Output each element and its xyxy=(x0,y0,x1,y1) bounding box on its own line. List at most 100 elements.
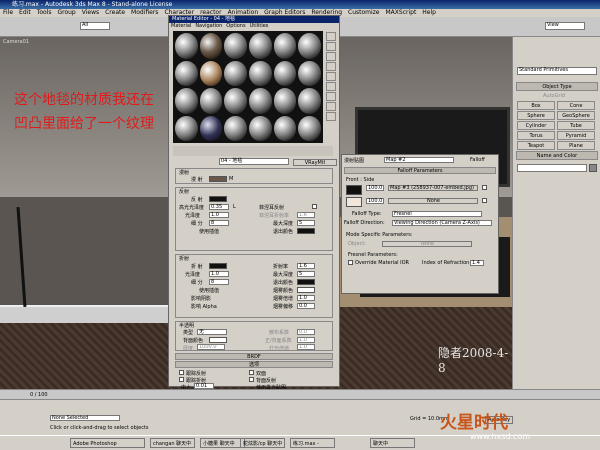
refr-use-interp-label[interactable]: 使用插值 xyxy=(199,287,219,294)
refr-exit-color-swatch[interactable] xyxy=(297,279,315,285)
material-toolbar[interactable] xyxy=(173,146,333,156)
falloff-ior-field[interactable]: 1.4 xyxy=(470,260,484,266)
affect-alpha-label[interactable]: 影响 Alpha xyxy=(191,303,217,310)
refl-max-depth-field[interactable]: 5 xyxy=(297,220,315,226)
view-dropdown[interactable]: View xyxy=(545,22,585,30)
material-editor-menu-item[interactable]: Utilities xyxy=(250,23,269,29)
sample-sphere[interactable] xyxy=(175,88,198,114)
sample-sphere[interactable] xyxy=(199,60,223,86)
sample-sphere[interactable] xyxy=(273,60,297,86)
sample-sphere[interactable] xyxy=(298,115,321,141)
selection-filter-dropdown[interactable]: All xyxy=(80,22,110,30)
lock-button[interactable]: L xyxy=(233,204,236,210)
sample-sphere[interactable] xyxy=(273,33,297,59)
reflect-color-swatch[interactable] xyxy=(209,196,227,202)
brdf-rollout[interactable]: BRDF xyxy=(175,353,333,360)
diffuse-map-button[interactable]: M xyxy=(229,176,233,182)
sample-sphere[interactable] xyxy=(199,33,223,59)
sample-sphere[interactable] xyxy=(199,115,223,141)
object-type-rollout[interactable]: Object Type xyxy=(516,82,598,91)
front-map-checkbox[interactable] xyxy=(482,185,487,190)
material-editor-menu-item[interactable]: Options xyxy=(226,23,245,29)
taskbar-button[interactable]: 小糖果 聊天中 xyxy=(200,438,245,448)
light-mult-field[interactable]: 1.0 xyxy=(297,344,315,350)
autogrid-checkbox[interactable]: AutoGrid xyxy=(543,93,565,99)
front-map-button[interactable]: Map #3 (258937-007-embed.jpg) xyxy=(388,185,478,191)
sample-sphere[interactable] xyxy=(199,88,223,114)
object-pick-button[interactable]: None xyxy=(382,241,472,247)
side-tool-button[interactable] xyxy=(326,62,336,71)
menu-item[interactable]: Group xyxy=(57,9,75,16)
scatter-field[interactable]: 0.0 xyxy=(297,329,315,335)
refr-max-depth-field[interactable]: 5 xyxy=(297,271,315,277)
falloff-dir-dropdown[interactable]: Viewing Direction (Camera Z-Axis) xyxy=(392,220,492,226)
sample-sphere[interactable] xyxy=(298,60,321,86)
falloff-map-type[interactable]: Falloff xyxy=(470,157,485,163)
side-tool-buttons[interactable] xyxy=(325,31,337,143)
menu-item[interactable]: File xyxy=(3,9,13,16)
sample-sphere[interactable] xyxy=(248,88,272,114)
taskbar-button[interactable]: Adobe Photoshop xyxy=(70,438,145,448)
back-color-swatch[interactable] xyxy=(209,337,227,343)
primitive-button[interactable]: Torus xyxy=(517,131,555,140)
diffuse-color-swatch[interactable] xyxy=(209,176,227,182)
side-tool-button[interactable] xyxy=(326,112,336,121)
sample-sphere[interactable] xyxy=(273,88,297,114)
side-amount-field[interactable]: 100.0 xyxy=(366,198,384,204)
viewport-label[interactable]: Camera01 xyxy=(3,39,29,45)
side-tool-button[interactable] xyxy=(326,82,336,91)
front-amount-field[interactable]: 100.0 xyxy=(366,185,384,191)
primitive-button[interactable]: GeoSphere xyxy=(557,111,595,120)
time-slider[interactable]: 0 / 100 xyxy=(0,389,600,399)
side-tool-button[interactable] xyxy=(326,42,336,51)
primitives-dropdown[interactable]: Standard Primitives xyxy=(517,67,597,75)
refr-subdivs-field[interactable]: 8 xyxy=(209,279,229,285)
menu-item[interactable]: MAXScript xyxy=(386,9,417,16)
sample-sphere[interactable] xyxy=(175,33,198,59)
refl-subdivs-field[interactable]: 8 xyxy=(209,220,229,226)
side-color-swatch[interactable] xyxy=(346,197,362,207)
side-map-button[interactable]: None xyxy=(388,198,478,204)
taskbar-button[interactable]: 蛇炫影/cp 聊天中 xyxy=(240,438,285,448)
sample-sphere[interactable] xyxy=(248,115,272,141)
fresnel-checkbox[interactable] xyxy=(312,204,317,209)
translucency-type-dropdown[interactable]: 无 xyxy=(197,329,227,335)
sample-sphere[interactable] xyxy=(175,115,198,141)
sample-sphere[interactable] xyxy=(224,115,247,141)
primitive-button[interactable]: Pyramid xyxy=(557,131,595,140)
fresnel-ior-field[interactable]: 1.6 xyxy=(297,212,315,218)
menu-item[interactable]: Help xyxy=(422,9,436,16)
sample-sphere[interactable] xyxy=(224,88,247,114)
front-color-swatch[interactable] xyxy=(346,185,362,195)
refl-use-interp-label[interactable]: 使用插值 xyxy=(199,228,219,235)
sample-sphere[interactable] xyxy=(248,60,272,86)
override-ior-checkbox[interactable] xyxy=(348,260,353,265)
primitive-button[interactable]: Teapot xyxy=(517,141,555,150)
side-tool-button[interactable] xyxy=(326,32,336,41)
sample-sphere[interactable] xyxy=(224,60,247,86)
side-tool-button[interactable] xyxy=(326,72,336,81)
refract-color-swatch[interactable] xyxy=(209,263,227,269)
taskbar-button[interactable]: 聊天中 xyxy=(370,438,415,448)
material-type-button[interactable]: VRayMtl xyxy=(293,159,337,166)
fog-bias-field[interactable]: 0.0 xyxy=(297,303,315,309)
object-name-field[interactable] xyxy=(517,164,587,172)
fog-color-swatch[interactable] xyxy=(297,287,315,293)
material-editor-menu-item[interactable]: Navigation xyxy=(195,23,222,29)
ior-field[interactable]: 1.6 xyxy=(297,263,315,269)
fog-mult-field[interactable]: 1.0 xyxy=(297,295,315,301)
trace-refl-checkbox[interactable] xyxy=(179,370,184,375)
falloff-params-header[interactable]: Falloff Parameters xyxy=(344,167,496,174)
hilight-gloss-field[interactable]: 0.35 xyxy=(209,204,229,210)
sample-sphere[interactable] xyxy=(298,33,321,59)
affect-shadows-label[interactable]: 影响阴影 xyxy=(191,295,211,302)
reflect-back-checkbox[interactable] xyxy=(249,377,254,382)
falloff-map-name[interactable]: Map #2 xyxy=(384,157,454,163)
sample-sphere[interactable] xyxy=(298,88,321,114)
refl-gloss-field[interactable]: 1.0 xyxy=(209,212,229,218)
falloff-type-dropdown[interactable]: Fresnel xyxy=(392,211,482,217)
object-color-swatch[interactable] xyxy=(589,164,597,172)
menu-item[interactable]: Views xyxy=(82,9,99,16)
taskbar-button[interactable]: 练习.max - xyxy=(290,438,335,448)
material-name-field[interactable]: 04 - 地毯 xyxy=(219,158,289,165)
